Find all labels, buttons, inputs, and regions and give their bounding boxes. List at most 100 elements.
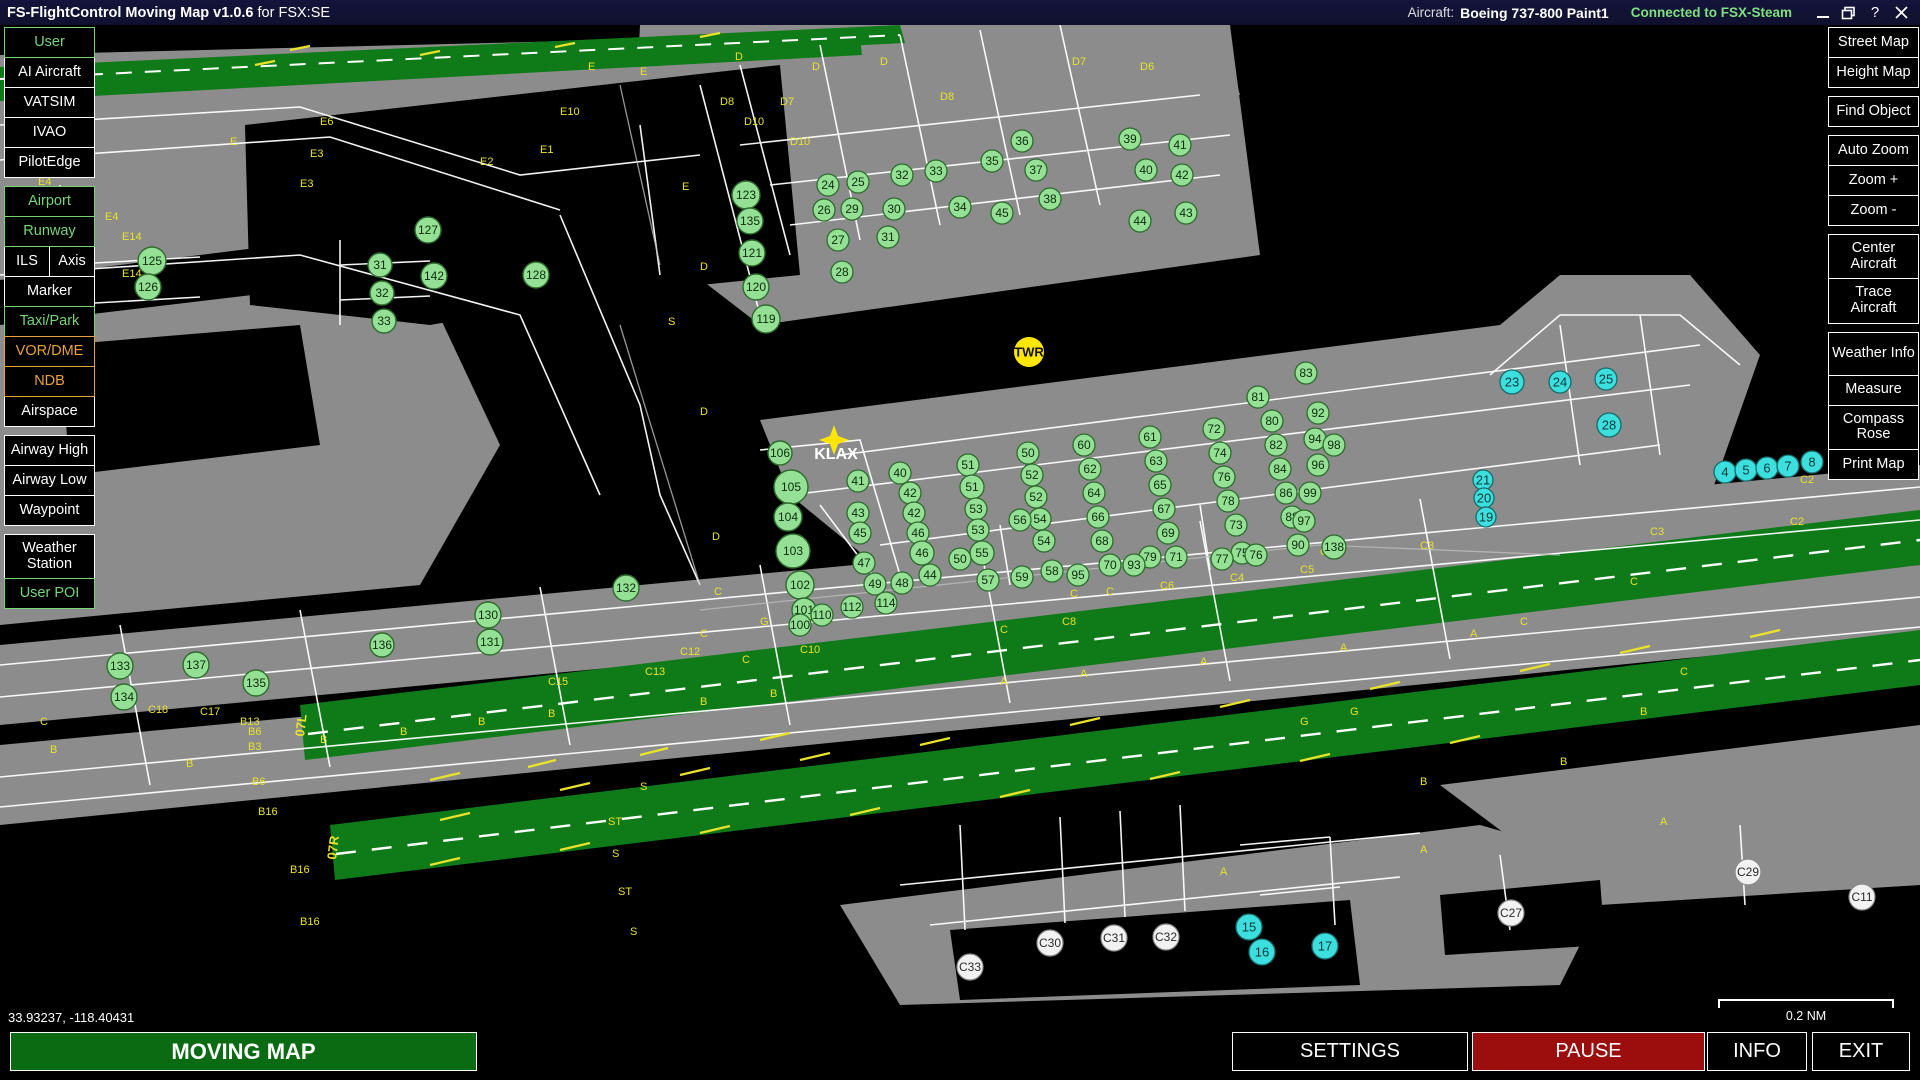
svg-text:C30: C30 bbox=[1039, 936, 1061, 950]
svg-text:102: 102 bbox=[790, 578, 810, 592]
svg-text:E3: E3 bbox=[310, 148, 323, 160]
sidebar-item-trace-aircraft[interactable]: Trace Aircraft bbox=[1828, 278, 1919, 323]
svg-text:24: 24 bbox=[821, 178, 835, 192]
svg-text:79: 79 bbox=[1143, 550, 1157, 564]
svg-text:C: C bbox=[1070, 588, 1078, 600]
sidebar-item-airway-low[interactable]: Airway Low bbox=[4, 465, 95, 496]
svg-text:G: G bbox=[1300, 716, 1309, 728]
sidebar-item-weather-info[interactable]: Weather Info bbox=[1828, 332, 1919, 376]
sidebar-item-runway[interactable]: Runway bbox=[4, 216, 95, 247]
sidebar-item-user[interactable]: User bbox=[4, 27, 95, 58]
svg-text:D8: D8 bbox=[720, 96, 734, 108]
svg-text:B6: B6 bbox=[252, 776, 265, 788]
svg-text:C13: C13 bbox=[645, 666, 665, 678]
svg-text:119: 119 bbox=[756, 312, 775, 326]
sidebar-item-find-object[interactable]: Find Object bbox=[1828, 96, 1919, 127]
svg-text:A: A bbox=[1220, 866, 1228, 878]
sidebar-group-maps: Street Map Height Map bbox=[1828, 27, 1919, 87]
svg-text:74: 74 bbox=[1213, 446, 1227, 460]
sidebar-item-ivao[interactable]: IVAO bbox=[4, 117, 95, 148]
svg-text:C6: C6 bbox=[1160, 580, 1174, 592]
sidebar-item-axis[interactable]: Axis bbox=[49, 246, 95, 277]
restore-icon[interactable] bbox=[1836, 6, 1862, 20]
sidebar-item-taxi-park[interactable]: Taxi/Park bbox=[4, 306, 95, 337]
svg-text:32: 32 bbox=[375, 286, 389, 300]
svg-text:ST: ST bbox=[618, 886, 632, 898]
svg-text:B16: B16 bbox=[300, 916, 320, 928]
sidebar-item-weather-station[interactable]: Weather Station bbox=[4, 534, 95, 579]
svg-text:B: B bbox=[50, 744, 57, 756]
svg-text:69: 69 bbox=[1161, 526, 1175, 540]
svg-text:C27: C27 bbox=[1500, 906, 1522, 920]
sidebar-group-aircraft: Center Aircraft Trace Aircraft bbox=[1828, 234, 1919, 323]
svg-text:48: 48 bbox=[895, 576, 909, 590]
minimize-icon[interactable] bbox=[1810, 6, 1836, 20]
sidebar-item-airway-high[interactable]: Airway High bbox=[4, 435, 95, 466]
sidebar-group-airways: Airway High Airway Low Waypoint bbox=[4, 435, 95, 525]
svg-text:G: G bbox=[1350, 706, 1359, 718]
svg-text:D: D bbox=[735, 51, 743, 63]
svg-text:A: A bbox=[1340, 642, 1348, 654]
sidebar-item-ndb[interactable]: NDB bbox=[4, 366, 95, 397]
svg-text:80: 80 bbox=[1265, 414, 1279, 428]
svg-text:8: 8 bbox=[1808, 455, 1815, 470]
sidebar-item-user-poi[interactable]: User POI bbox=[4, 578, 95, 609]
sidebar-item-center-aircraft[interactable]: Center Aircraft bbox=[1828, 234, 1919, 279]
svg-text:E: E bbox=[682, 181, 689, 193]
exit-button[interactable]: EXIT bbox=[1812, 1032, 1910, 1071]
svg-text:C: C bbox=[1000, 624, 1008, 636]
zoom-in-button[interactable]: Zoom + bbox=[1828, 165, 1919, 196]
sidebar-item-airport[interactable]: Airport bbox=[4, 186, 95, 217]
svg-text:C18: C18 bbox=[148, 704, 168, 716]
sidebar-item-waypoint[interactable]: Waypoint bbox=[4, 495, 95, 526]
sidebar-item-measure[interactable]: Measure bbox=[1828, 375, 1919, 406]
sidebar-item-print-map[interactable]: Print Map bbox=[1828, 449, 1919, 480]
moving-map-canvas[interactable]: 07L 07R bbox=[0, 25, 1920, 1005]
svg-text:23: 23 bbox=[1505, 375, 1519, 390]
svg-text:B: B bbox=[1640, 706, 1647, 718]
sidebar-item-ai-aircraft[interactable]: AI Aircraft bbox=[4, 57, 95, 88]
svg-text:53: 53 bbox=[971, 523, 985, 537]
svg-text:95: 95 bbox=[1071, 568, 1085, 582]
svg-text:24: 24 bbox=[1553, 375, 1567, 390]
svg-text:136: 136 bbox=[372, 638, 392, 652]
sidebar-group-traffic: User AI Aircraft VATSIM IVAO PilotEdge bbox=[4, 27, 95, 177]
svg-text:96: 96 bbox=[1311, 458, 1325, 472]
svg-text:52: 52 bbox=[1025, 468, 1039, 482]
zoom-out-button[interactable]: Zoom - bbox=[1828, 195, 1919, 226]
sidebar-group-misc: Weather Station User POI bbox=[4, 534, 95, 608]
svg-text:90: 90 bbox=[1291, 538, 1305, 552]
airport-label-klax: KLAX bbox=[814, 446, 858, 463]
sidebar-item-airspace[interactable]: Airspace bbox=[4, 396, 95, 427]
sidebar-item-vor-dme[interactable]: VOR/DME bbox=[4, 336, 95, 367]
close-icon[interactable] bbox=[1888, 5, 1914, 20]
sidebar-item-height-map[interactable]: Height Map bbox=[1828, 57, 1919, 88]
sidebar-item-marker[interactable]: Marker bbox=[4, 276, 95, 307]
svg-text:E14: E14 bbox=[122, 231, 142, 243]
svg-text:S: S bbox=[640, 781, 647, 793]
moving-map-button[interactable]: MOVING MAP bbox=[10, 1032, 477, 1071]
sidebar-item-vatsim[interactable]: VATSIM bbox=[4, 87, 95, 118]
settings-button[interactable]: SETTINGS bbox=[1232, 1032, 1468, 1071]
svg-text:31: 31 bbox=[373, 258, 387, 272]
svg-text:A: A bbox=[1200, 656, 1208, 668]
svg-text:103: 103 bbox=[783, 544, 803, 558]
svg-text:64: 64 bbox=[1087, 486, 1101, 500]
svg-text:44: 44 bbox=[923, 568, 937, 582]
sidebar-item-compass-rose[interactable]: Compass Rose bbox=[1828, 405, 1919, 450]
svg-text:E: E bbox=[230, 136, 237, 148]
svg-text:70: 70 bbox=[1103, 558, 1117, 572]
help-icon[interactable]: ? bbox=[1862, 4, 1888, 21]
sidebar-item-auto-zoom[interactable]: Auto Zoom bbox=[1828, 135, 1919, 166]
map-vector: 07L 07R bbox=[0, 25, 1920, 1005]
svg-text:C33: C33 bbox=[959, 960, 981, 974]
svg-text:28: 28 bbox=[835, 265, 849, 279]
svg-text:42: 42 bbox=[903, 486, 917, 500]
sidebar-item-pilotedge[interactable]: PilotEdge bbox=[4, 147, 95, 178]
info-button[interactable]: INFO bbox=[1707, 1032, 1807, 1071]
pause-button[interactable]: PAUSE bbox=[1472, 1032, 1705, 1071]
svg-text:98: 98 bbox=[1327, 438, 1341, 452]
sidebar-item-ils[interactable]: ILS bbox=[4, 246, 50, 277]
sidebar-item-street-map[interactable]: Street Map bbox=[1828, 27, 1919, 58]
svg-text:106: 106 bbox=[770, 446, 790, 460]
